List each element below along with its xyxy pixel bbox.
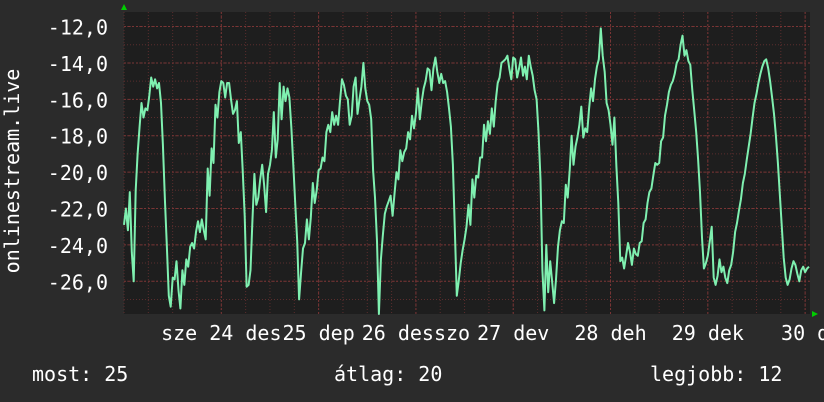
y-tick-label: -22,0 xyxy=(48,197,108,221)
x-axis-arrow xyxy=(812,311,818,317)
stat-now: most: 25 xyxy=(32,362,129,386)
line-chart: -12,0 -14,0 -16,0 -18,0 -20,0 -22,0 -24,0 -26,0… xyxy=(0,4,824,345)
y-tick-label: -12,0 xyxy=(48,16,108,40)
x-tick-label: 30 d xyxy=(781,321,824,345)
x-tick-label: 29 dek xyxy=(672,321,744,345)
x-tick-label: sze 24 des xyxy=(161,321,281,345)
y-tick-label: -24,0 xyxy=(48,234,108,258)
y-tick-label: -18,0 xyxy=(48,125,108,149)
y-tick-label: -14,0 xyxy=(48,52,108,76)
y-tick-label: -26,0 xyxy=(48,270,108,294)
y-tick-label: -20,0 xyxy=(48,161,108,185)
stat-average: átlag: 20 xyxy=(334,362,443,386)
stat-best: legjobb: 12 xyxy=(650,362,783,386)
x-tick-label: 25 dep xyxy=(282,321,354,345)
chart-stage: -12,0 -14,0 -16,0 -18,0 -20,0 -22,0 -24,0 -26,0… xyxy=(0,0,824,402)
y-axis-arrow xyxy=(121,4,127,10)
x-tick-label: 28 deh xyxy=(574,321,646,345)
y-axis-label: onlinestream.live xyxy=(0,69,24,274)
x-tick-label: 27 dev xyxy=(477,321,549,345)
y-tick-label: -16,0 xyxy=(48,88,108,112)
plot-area xyxy=(124,12,810,314)
x-tick-label: 26 desszo xyxy=(362,321,470,345)
